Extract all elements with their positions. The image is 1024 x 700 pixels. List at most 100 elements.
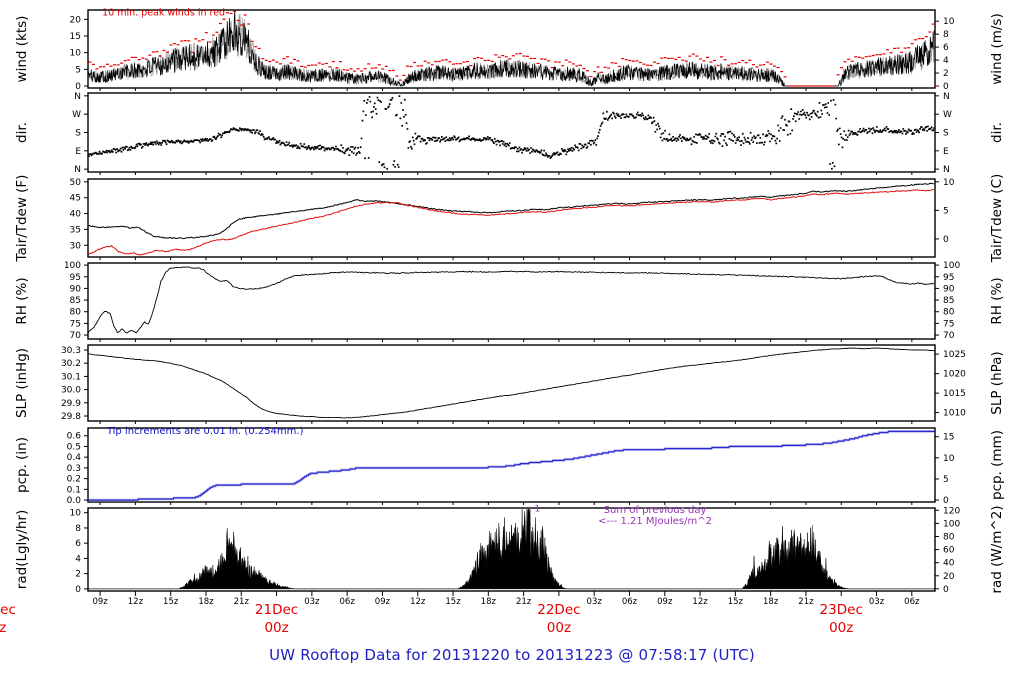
y-axis-title-right: Tair/Tdew (C) bbox=[989, 174, 1005, 264]
y-tick-label: 2 bbox=[943, 69, 949, 79]
x-tick-label: 15z bbox=[163, 597, 179, 607]
panel-border bbox=[87, 92, 936, 173]
panel-rh: 707580859095100707580859095100RH (%) RH (… bbox=[14, 261, 1005, 342]
y-tick-label: E bbox=[75, 147, 81, 157]
temp-series bbox=[88, 182, 934, 256]
y-tick-label: 10 bbox=[70, 49, 82, 59]
x-tick-label: 15z bbox=[728, 597, 744, 607]
x-tick-label: 21z bbox=[234, 597, 250, 607]
wind-series bbox=[88, 10, 935, 87]
y-tick-label: 2 bbox=[75, 570, 81, 580]
y-tick-label: 15 bbox=[943, 433, 954, 443]
y-tick-label: 70 bbox=[70, 331, 82, 341]
date-label: 00z bbox=[264, 620, 288, 636]
y-tick-label: 5 bbox=[75, 65, 81, 75]
x-tick-label: 21z bbox=[516, 597, 532, 607]
y-tick-label: 75 bbox=[70, 319, 81, 329]
y-tick-label: 20 bbox=[70, 15, 82, 25]
y-tick-label: 10 bbox=[943, 454, 955, 464]
date-label: 20Dec bbox=[0, 602, 16, 618]
tdew-line bbox=[88, 188, 934, 256]
y-tick-label: N bbox=[943, 92, 950, 102]
y-tick-label: E bbox=[943, 147, 949, 157]
pcp-series bbox=[88, 430, 935, 502]
y-tick-label: 4 bbox=[943, 56, 949, 66]
date-label: 22Dec bbox=[537, 602, 580, 618]
y-tick-label: 80 bbox=[943, 532, 955, 542]
y-tick-label: 8 bbox=[943, 30, 949, 40]
y-tick-label: 30.0 bbox=[61, 386, 81, 396]
y-tick-label: 120 bbox=[943, 506, 960, 516]
y-axis-title-left: wind (kts) bbox=[14, 16, 30, 83]
y-tick-label: 10 bbox=[943, 17, 955, 27]
y-tick-label: 0 bbox=[75, 585, 81, 595]
panel-border bbox=[87, 178, 936, 258]
x-tick-label: 09z bbox=[657, 597, 673, 607]
y-tick-label: 0.6 bbox=[67, 432, 82, 442]
date-label: 23Dec bbox=[820, 602, 863, 618]
y-tick-label: 10 bbox=[943, 178, 955, 188]
rad-series bbox=[88, 509, 935, 590]
y-tick-label: 0.2 bbox=[67, 475, 81, 485]
y-axis-title-right: wind (m/s) bbox=[989, 13, 1005, 84]
y-tick-label: 45 bbox=[70, 194, 81, 204]
y-tick-label: 30.2 bbox=[61, 359, 81, 369]
x-tick-label: 03z bbox=[304, 597, 320, 607]
y-tick-label: 4 bbox=[75, 554, 81, 564]
x-tick-label: 06z bbox=[904, 597, 920, 607]
panel-tair: 30 35 40 45 50 0 5 10 Tair/Tdew (F) Tair/Tdew (C) bbox=[14, 174, 1005, 264]
y-tick-label: 1025 bbox=[943, 350, 966, 360]
x-tick-label: 18z bbox=[763, 597, 779, 607]
y-tick-label: 40 bbox=[70, 210, 82, 220]
dir-series bbox=[88, 95, 935, 170]
page-title: UW Rooftop Data for 20131220 to 20131223… bbox=[269, 646, 755, 664]
y-tick-label: 29.9 bbox=[61, 399, 81, 409]
x-axis-labels: 09z 12z 15z 18z 21z 03z 06z 09z 12z 15z 18z 21z 03z 0… bbox=[0, 597, 920, 636]
y-tick-label: 5 bbox=[943, 475, 949, 485]
y-tick-label: 80 bbox=[943, 308, 955, 318]
y-tick-label: 0 bbox=[75, 82, 81, 92]
y-tick-label: N bbox=[74, 92, 81, 102]
tair-line bbox=[88, 182, 934, 240]
y-tick-label: W bbox=[943, 110, 952, 120]
panel-slp: 29.8 29.9 30.0 30.1 30.2 30.3 1010 1015 1020 1025… bbox=[14, 344, 1005, 424]
y-tick-label: 30.1 bbox=[61, 372, 81, 382]
dir-dots bbox=[88, 95, 935, 170]
annotation-rad: 1 bbox=[535, 505, 541, 515]
y-tick-label: 70 bbox=[943, 331, 955, 341]
pcp-line bbox=[88, 430, 935, 501]
rh-series bbox=[88, 266, 935, 334]
y-axis-title-left: Tair/Tdew (F) bbox=[14, 175, 30, 263]
y-tick-label: 60 bbox=[943, 546, 955, 556]
slp-series bbox=[88, 347, 935, 419]
annotation-rad: <--- 1.21 MJoules/m^2 bbox=[598, 516, 712, 527]
y-tick-label: 1010 bbox=[943, 409, 966, 419]
x-tick-label: 12z bbox=[128, 597, 144, 607]
y-tick-label: 75 bbox=[943, 319, 954, 329]
y-axis-title-left: dir. bbox=[14, 122, 30, 143]
y-tick-label: 0.5 bbox=[67, 442, 81, 452]
y-tick-label: 1020 bbox=[943, 370, 966, 380]
y-tick-label: 29.8 bbox=[61, 412, 81, 422]
y-tick-label: 0 bbox=[943, 496, 949, 506]
meteogram-canvas: 051015200246810wind (kts) wind (m/s)NESWN… bbox=[0, 7, 1005, 636]
x-tick-label: 12z bbox=[410, 597, 426, 607]
y-tick-label: 35 bbox=[70, 225, 81, 235]
y-tick-label: 0 bbox=[943, 235, 949, 245]
y-tick-label: 5 bbox=[943, 206, 949, 216]
slp-line bbox=[88, 347, 935, 419]
panel-border bbox=[87, 262, 936, 340]
y-tick-label: 0.3 bbox=[67, 464, 81, 474]
y-tick-label: 90 bbox=[943, 284, 955, 294]
y-tick-label: 85 bbox=[70, 296, 81, 306]
panel-border bbox=[87, 344, 936, 422]
meteogram: 0 5 10 15 20 0 2 4 6 8 10 wind (kts) wind (m/s) N E S W N… bbox=[0, 0, 1024, 700]
x-tick-label: 06z bbox=[340, 597, 356, 607]
y-tick-label: 50 bbox=[70, 178, 82, 188]
y-tick-label: 10 bbox=[70, 509, 82, 519]
y-axis-title-right: rad (W/m^2) bbox=[989, 505, 1005, 593]
y-tick-label: 20 bbox=[943, 572, 955, 582]
y-tick-label: W bbox=[72, 110, 81, 120]
rad-area bbox=[88, 509, 935, 590]
x-tick-label: 21z bbox=[798, 597, 814, 607]
